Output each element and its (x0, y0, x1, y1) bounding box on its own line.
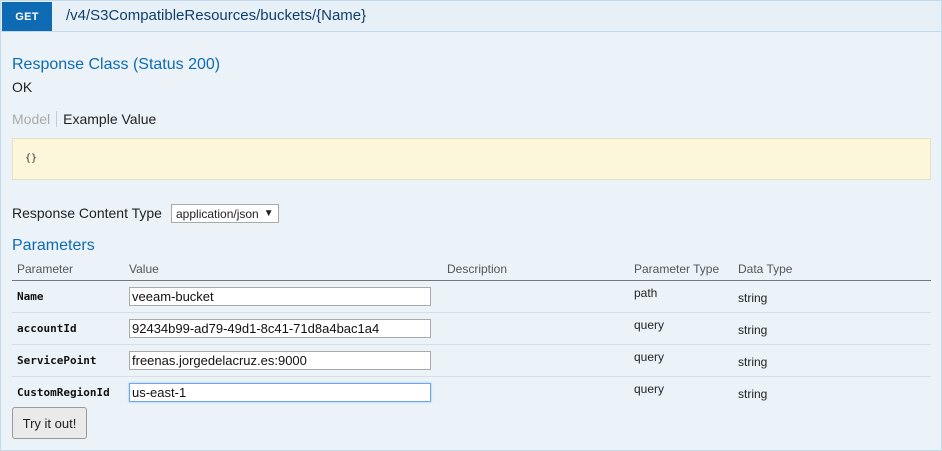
example-value-box: {} (12, 138, 931, 180)
parameter-type: path (634, 286, 658, 300)
parameters-header-row: Parameter Value Description Parameter Ty… (12, 258, 931, 281)
endpoint-path[interactable]: /v4/S3CompatibleResources/buckets/{Name} (66, 7, 366, 24)
try-it-out-button[interactable]: Try it out! (12, 407, 87, 439)
response-content-type-label: Response Content Type (12, 205, 162, 221)
operation-header[interactable]: GET /v4/S3CompatibleResources/buckets/{N… (1, 1, 941, 32)
name-value-input[interactable] (129, 286, 431, 306)
response-class-heading: Response Class (Status 200) (12, 56, 221, 73)
parameter-description (442, 312, 629, 345)
parameter-name: ServicePoint (17, 354, 97, 367)
parameter-description (442, 344, 629, 377)
column-header-parameter: Parameter (12, 258, 124, 281)
parameters-table: Parameter Value Description Parameter Ty… (12, 258, 931, 408)
dropdown-arrow-icon: ▼ (263, 208, 274, 219)
example-value-json: {} (25, 153, 38, 164)
response-content-type-select[interactable]: application/json ▼ (171, 204, 279, 223)
parameter-type: query (634, 318, 665, 332)
servicepoint-value-input[interactable] (129, 350, 431, 370)
parameter-name: Name (17, 290, 44, 303)
parameter-name: CustomRegionId (17, 386, 110, 400)
parameter-type: query (634, 382, 665, 397)
data-type: string (738, 387, 768, 402)
parameter-row-servicepoint: ServicePoint query string (12, 344, 931, 377)
parameter-row-name: Name path string (12, 280, 931, 313)
tab-example-value[interactable]: Example Value (57, 111, 156, 127)
http-method-badge[interactable]: GET (2, 2, 52, 31)
column-header-data-type: Data Type (733, 258, 931, 281)
data-type: string (738, 323, 768, 337)
response-content-type-value: application/json (176, 206, 259, 221)
parameter-description (442, 376, 629, 408)
parameter-description (442, 280, 629, 313)
parameters-heading: Parameters (12, 237, 95, 254)
parameter-row-customregionid: CustomRegionId query string (12, 376, 931, 408)
model-tabs: Model Example Value (12, 111, 156, 127)
parameter-name: accountId (17, 322, 77, 335)
parameter-row-accountid: accountId query string (12, 312, 931, 345)
tab-model[interactable]: Model (12, 111, 58, 127)
customregionid-value-input[interactable] (129, 382, 431, 402)
parameter-type: query (634, 350, 665, 364)
data-type: string (738, 291, 768, 305)
column-header-parameter-type: Parameter Type (629, 258, 733, 281)
column-header-description: Description (442, 258, 629, 281)
accountid-value-input[interactable] (129, 318, 431, 338)
data-type: string (738, 355, 768, 369)
operation-panel: GET /v4/S3CompatibleResources/buckets/{N… (0, 0, 942, 451)
column-header-value: Value (124, 258, 442, 281)
response-status-text: OK (12, 79, 33, 95)
